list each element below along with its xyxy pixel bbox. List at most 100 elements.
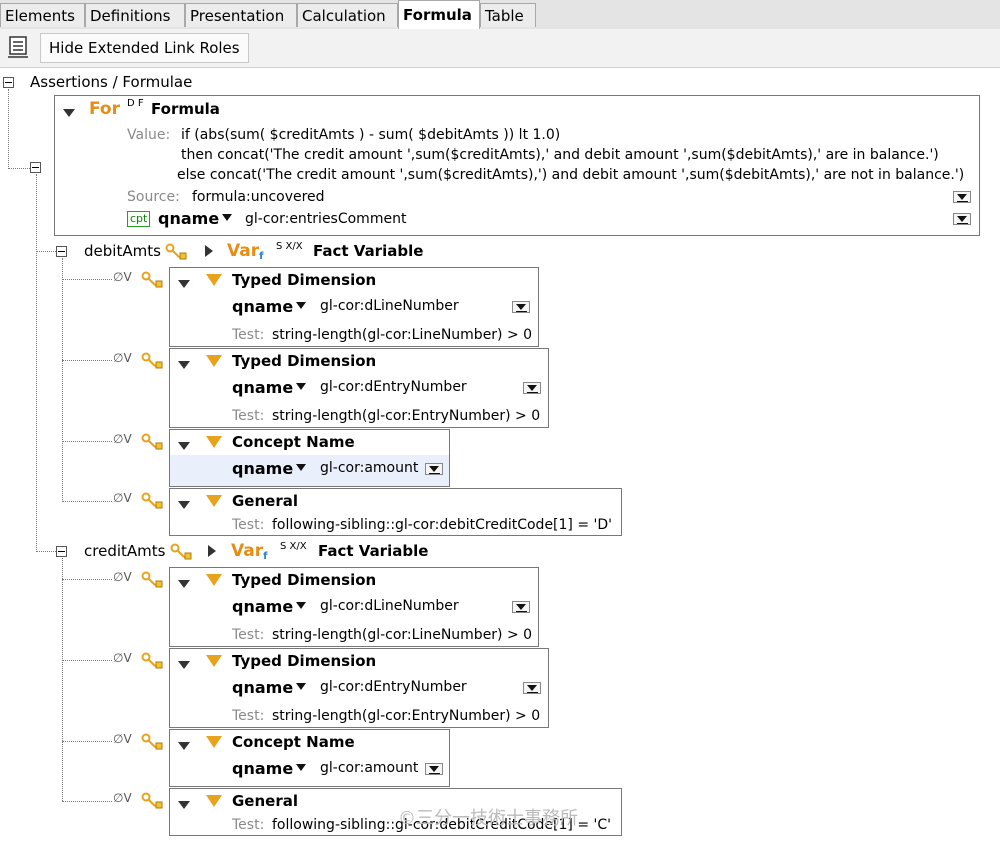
filter-funnel-icon: [206, 795, 222, 811]
key-icon: [141, 733, 163, 750]
qname-arrow-icon[interactable]: [296, 464, 307, 471]
filter-funnel-icon: [206, 436, 222, 452]
collapse-filter-icon[interactable]: [178, 357, 190, 373]
qname-label: qname: [232, 678, 310, 697]
formula-value-line[interactable]: else concat('The credit amount ',sum($cr…: [177, 167, 964, 183]
key-icon: [165, 243, 187, 260]
tree-connector: [62, 501, 112, 502]
collapse-root-toggle[interactable]: [3, 77, 14, 88]
key-icon: [141, 492, 163, 509]
key-icon: [141, 792, 163, 809]
collapse-formula-toggle[interactable]: [30, 162, 41, 173]
toolbar: Hide Extended Link Roles: [0, 29, 1000, 68]
collapse-filter-icon[interactable]: [178, 576, 190, 592]
tree-connector: [36, 251, 56, 252]
variable-name: debitAmts: [84, 242, 161, 260]
tree-connector: [8, 89, 9, 169]
test-value[interactable]: string-length(gl-cor:EntryNumber) > 0: [272, 708, 540, 724]
qname-arrow-icon[interactable]: [296, 302, 307, 309]
test-value[interactable]: string-length(gl-cor:LineNumber) > 0: [272, 627, 532, 643]
variable-title: Fact Variable: [313, 242, 424, 260]
watermark: ©三分一技術士事務所: [398, 808, 578, 829]
test-value[interactable]: string-length(gl-cor:EntryNumber) > 0: [272, 408, 540, 424]
key-icon: [141, 571, 163, 588]
filter-flags: ∅V: [113, 732, 132, 746]
qname-arrow-icon[interactable]: [296, 602, 307, 609]
source-dropdown-button[interactable]: [953, 191, 971, 203]
collapse-filter-icon[interactable]: [178, 797, 190, 813]
tab-presentation[interactable]: Presentation: [185, 3, 297, 27]
qname-value[interactable]: gl-cor:dLineNumber: [320, 298, 459, 314]
collapse-formula-box-icon[interactable]: [63, 105, 75, 121]
filter-flags: ∅V: [113, 491, 132, 505]
tree-connector: [62, 660, 112, 661]
formula-value-line[interactable]: then concat('The credit amount ',sum($cr…: [181, 147, 939, 163]
collapse-variable-toggle[interactable]: [56, 546, 67, 557]
filter-funnel-icon: [206, 574, 222, 590]
qname-arrow-icon[interactable]: [222, 214, 233, 221]
filter-funnel-icon: [206, 355, 222, 371]
formula-type-prefix: For: [89, 99, 120, 119]
qname-value[interactable]: gl-cor:amount: [320, 460, 418, 476]
tree-connector: [62, 360, 112, 361]
list-view-icon[interactable]: [5, 33, 33, 61]
qname-dropdown-button[interactable]: [512, 601, 530, 613]
qname-dropdown-button[interactable]: [523, 382, 541, 394]
qname-arrow-icon[interactable]: [296, 764, 307, 771]
test-label: Test:: [232, 517, 265, 533]
tree-root-label: Assertions / Formulae: [30, 73, 193, 91]
filter-funnel-icon: [206, 736, 222, 752]
tab-formula[interactable]: Formula: [398, 0, 480, 29]
collapse-variable-toggle[interactable]: [56, 246, 67, 257]
filter-box: Typed Dimension qname gl-cor:dEntryNumbe…: [169, 348, 549, 428]
filter-title: Typed Dimension: [232, 271, 377, 289]
qname-value[interactable]: gl-cor:dEntryNumber: [320, 379, 467, 395]
filter-funnel-icon: [206, 495, 222, 511]
filter-box: General Test: following-sibling::gl-cor:…: [169, 488, 622, 536]
filter-box: Concept Name qname gl-cor:amount: [169, 729, 450, 787]
filter-flags: ∅V: [113, 432, 132, 446]
collapse-filter-icon[interactable]: [178, 657, 190, 673]
source-value[interactable]: formula:uncovered: [192, 189, 325, 205]
qname-value[interactable]: gl-cor:dLineNumber: [320, 598, 459, 614]
tab-bar: Elements Definitions Presentation Calcul…: [0, 0, 1000, 30]
collapse-filter-icon[interactable]: [178, 438, 190, 454]
filter-flags: ∅V: [113, 651, 132, 665]
tab-calculation[interactable]: Calculation: [297, 3, 398, 27]
qname-arrow-icon[interactable]: [296, 383, 307, 390]
filter-flags: ∅V: [113, 270, 132, 284]
qname-value[interactable]: gl-cor:amount: [320, 760, 418, 776]
qname-value[interactable]: gl-cor:dEntryNumber: [320, 679, 467, 695]
test-value[interactable]: string-length(gl-cor:LineNumber) > 0: [272, 327, 532, 343]
tab-elements[interactable]: Elements: [0, 3, 85, 27]
tree-connector: [62, 741, 112, 742]
qname-label: qname: [232, 378, 310, 397]
expand-variable-icon[interactable]: [208, 545, 216, 561]
filter-title: Concept Name: [232, 433, 355, 451]
variable-type-prefix: Varf: [231, 541, 268, 562]
test-label: Test:: [232, 408, 265, 424]
tree-connector: [36, 551, 56, 552]
qname-value[interactable]: gl-cor:entriesComment: [245, 211, 406, 227]
qname-dropdown-button[interactable]: [425, 463, 443, 475]
filter-box: Typed Dimension qname gl-cor:dEntryNumbe…: [169, 648, 549, 728]
qname-arrow-icon[interactable]: [296, 683, 307, 690]
test-value[interactable]: following-sibling::gl-cor:debitCreditCod…: [272, 517, 612, 533]
source-label: Source:: [127, 189, 180, 205]
cpt-badge: cpt: [127, 211, 151, 227]
tab-table[interactable]: Table: [480, 3, 536, 27]
formula-value-line[interactable]: if (abs(sum( $creditAmts ) - sum( $debit…: [181, 127, 560, 143]
formula-box: For D F Formula Value: if (abs(sum( $cre…: [54, 95, 980, 236]
collapse-filter-icon[interactable]: [178, 276, 190, 292]
hide-extended-link-roles-button[interactable]: Hide Extended Link Roles: [40, 33, 249, 63]
collapse-filter-icon[interactable]: [178, 497, 190, 513]
qname-dropdown-button[interactable]: [425, 763, 443, 775]
filter-title: Typed Dimension: [232, 352, 377, 370]
expand-variable-icon[interactable]: [205, 245, 213, 261]
qname-dropdown-button[interactable]: [953, 213, 971, 225]
filter-box: Typed Dimension qname gl-cor:dLineNumber…: [169, 567, 539, 647]
qname-dropdown-button[interactable]: [512, 301, 530, 313]
qname-dropdown-button[interactable]: [523, 682, 541, 694]
collapse-filter-icon[interactable]: [178, 738, 190, 754]
tab-definitions[interactable]: Definitions: [85, 3, 185, 27]
